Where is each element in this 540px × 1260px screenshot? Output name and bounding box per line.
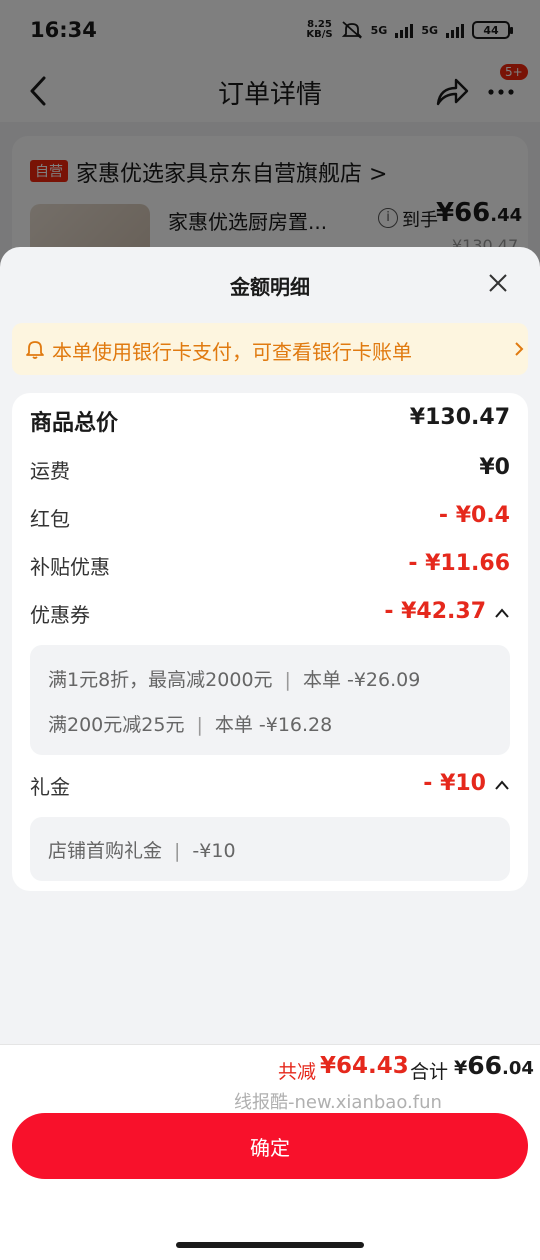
amount-detail-card: 商品总价 ¥130.47 运费 ¥0 红包 - ¥0.4 补贴优惠 - ¥11.…	[12, 393, 528, 891]
red-packet-value: - ¥0.4	[438, 503, 510, 528]
gift-label: 礼金	[30, 775, 70, 799]
total-reduce-label: 共减	[278, 1061, 317, 1083]
row-red-packet: 红包 - ¥0.4	[30, 503, 510, 537]
coupon-detail-line: 满200元减25元 | 本单 -¥16.28	[48, 714, 333, 736]
row-subsidy: 补贴优惠 - ¥11.66	[30, 551, 510, 585]
subsidy-label: 补贴优惠	[30, 555, 110, 579]
coupon-detail-box: 满1元8折，最高减2000元 | 本单 -¥26.09 满200元减25元 | 本单 -…	[30, 645, 510, 755]
amount-detail-sheet: 金额明细 本单使用银行卡支付，可查看银行卡账单 商品总价 ¥130.47 运费 …	[0, 247, 540, 1260]
close-icon[interactable]	[486, 271, 510, 295]
confirm-area: 线报酷-new.xianbao.fun 确定	[0, 1094, 540, 1260]
coupon-label: 优惠券	[30, 603, 90, 627]
notice-text: 本单使用银行卡支付，可查看银行卡账单	[52, 340, 412, 364]
confirm-button[interactable]: 确定	[12, 1113, 528, 1179]
gift-detail-line: 店铺首购礼金 | -¥10	[48, 840, 236, 862]
chevron-up-icon[interactable]	[494, 607, 510, 619]
coupon-value: - ¥42.37	[384, 599, 486, 624]
grand-total-label: 合计	[410, 1061, 449, 1083]
goods-total-label: 商品总价	[30, 411, 119, 436]
chevron-right-icon	[515, 342, 524, 356]
watermark: 线报酷-new.xianbao.fun	[234, 1092, 442, 1113]
row-shipping: 运费 ¥0	[30, 455, 510, 489]
row-gift[interactable]: 礼金 - ¥10	[30, 771, 510, 805]
total-reduce-value: ¥64.43	[320, 1053, 409, 1079]
home-indicator[interactable]	[176, 1242, 364, 1248]
row-coupon[interactable]: 优惠券 - ¥42.37	[30, 599, 510, 633]
grand-total-value: ¥66.04	[454, 1051, 534, 1080]
gift-value: - ¥10	[423, 771, 486, 796]
coupon-detail-line: 满1元8折，最高减2000元 | 本单 -¥26.09	[48, 669, 421, 691]
summary-bar: 共减 ¥64.43 合计 ¥66.04	[0, 1044, 540, 1094]
red-packet-label: 红包	[30, 507, 70, 531]
shipping-label: 运费	[30, 459, 70, 483]
row-goods-total: 商品总价 ¥130.47	[30, 405, 510, 439]
bell-icon	[26, 341, 44, 359]
goods-total-value: ¥130.47	[409, 405, 510, 430]
subsidy-value: - ¥11.66	[408, 551, 510, 576]
chevron-up-icon[interactable]	[494, 779, 510, 791]
shipping-value: ¥0	[479, 455, 510, 480]
gift-detail-box: 店铺首购礼金 | -¥10	[30, 817, 510, 881]
sheet-title: 金额明细	[230, 275, 310, 299]
bank-card-notice[interactable]: 本单使用银行卡支付，可查看银行卡账单	[12, 323, 528, 375]
